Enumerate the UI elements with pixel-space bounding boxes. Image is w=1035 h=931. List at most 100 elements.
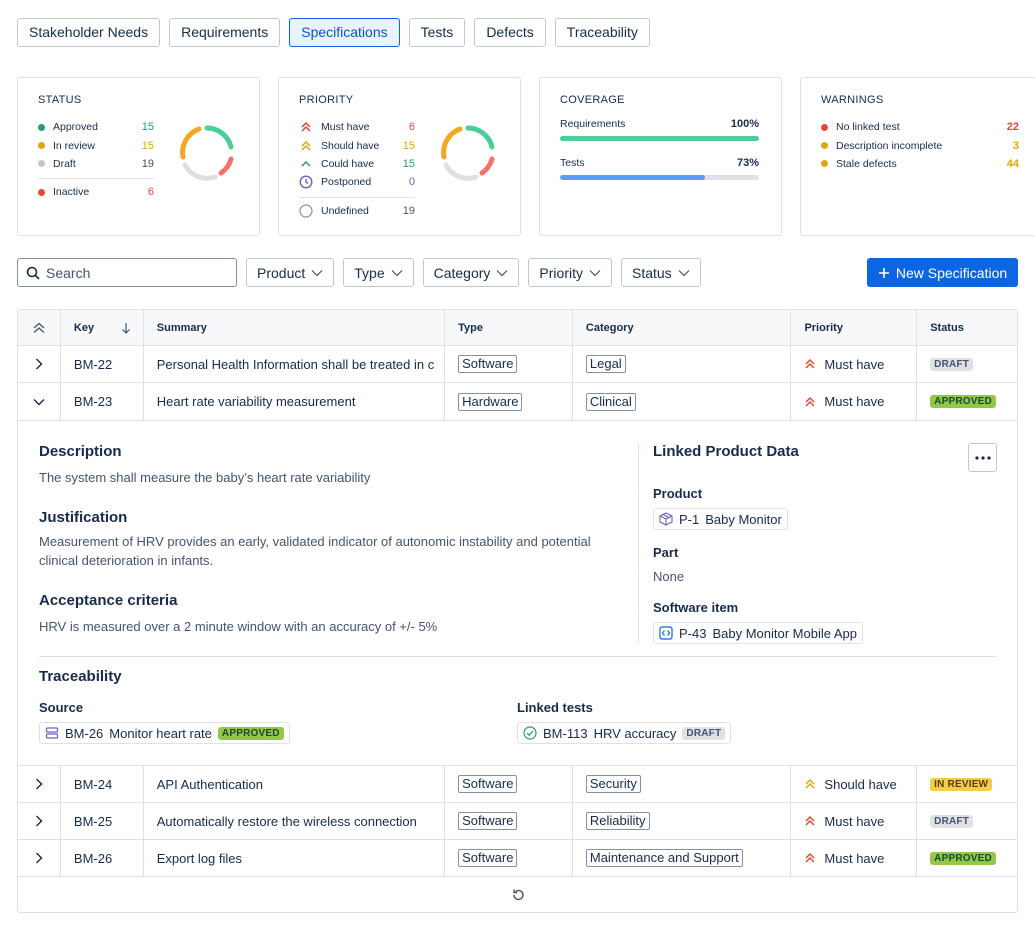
status-approved[interactable]: Approved 15 [38, 118, 154, 136]
justification-text-line-1: Measurement of HRV provides an early, va… [39, 534, 591, 549]
table-row[interactable]: BM-26 Export log files Software Maintena… [18, 840, 1017, 877]
tab-stakeholder-needs[interactable]: Stakeholder Needs [17, 18, 161, 47]
row-status: APPROVED [917, 840, 1017, 876]
priority-could-have[interactable]: Could have 15 [299, 155, 415, 173]
justification-text-line-2: clinical deterioration in infants. [39, 553, 214, 568]
row-category: Legal [573, 346, 792, 382]
tab-tests[interactable]: Tests [408, 18, 466, 47]
status-in-review[interactable]: In review 15 [38, 136, 154, 154]
horizontal-divider [39, 656, 996, 657]
chevron-up-green-icon [299, 157, 313, 171]
in-review-dot [38, 142, 45, 150]
header-category[interactable]: Category [573, 310, 792, 345]
status-card: STATUS Approved 15 In review 15 Draft 19 In… [17, 77, 260, 236]
chevron-right-icon [35, 778, 43, 790]
search-box[interactable] [17, 258, 237, 287]
filter-product[interactable]: Product [246, 258, 335, 287]
row-summary[interactable]: API Authentication [144, 766, 446, 802]
row-priority: Must have [791, 840, 918, 876]
package-icon [659, 512, 673, 526]
divider [299, 196, 415, 198]
product-tag[interactable]: P-1 Baby Monitor [653, 508, 788, 530]
row-summary[interactable]: Personal Health Information shall be tre… [144, 346, 446, 382]
description-heading: Description [39, 443, 122, 460]
collapse-all-button[interactable] [18, 310, 61, 345]
collapse-row-button[interactable] [18, 383, 61, 420]
table-row[interactable]: BM-22 Personal Health Information shall … [18, 346, 1017, 383]
row-summary[interactable]: Automatically restore the wireless conne… [144, 803, 446, 839]
table-row[interactable]: BM-24 API Authentication Software Securi… [18, 766, 1017, 803]
tab-defects[interactable]: Defects [474, 18, 546, 47]
vertical-divider [638, 443, 639, 643]
yellow-dot [821, 160, 828, 168]
priority-must-have[interactable]: Must have 6 [299, 118, 415, 136]
expand-row-button[interactable] [18, 346, 61, 382]
linked-test-tag[interactable]: BM-113 HRV accuracy DRAFT [517, 722, 732, 744]
priority-postponed[interactable]: Postponed 0 [299, 173, 415, 191]
filter-status[interactable]: Status [620, 258, 701, 287]
row-key[interactable]: BM-24 [61, 766, 144, 802]
coverage-card-title: COVERAGE [560, 94, 625, 106]
row-summary[interactable]: Heart rate variability measurement [144, 383, 446, 420]
row-key[interactable]: BM-26 [61, 840, 144, 876]
part-label: Part [653, 545, 679, 560]
priority-card: PRIORITY Must have 6 Should have 15 Could … [278, 77, 521, 236]
priority-donut-chart [441, 125, 495, 181]
row-summary[interactable]: Export log files [144, 840, 446, 876]
code-icon [659, 626, 673, 640]
tab-requirements[interactable]: Requirements [169, 18, 281, 47]
header-summary[interactable]: Summary [144, 310, 446, 345]
row-priority: Must have [791, 803, 918, 839]
filter-type[interactable]: Type [343, 258, 414, 287]
double-chevron-up-red-icon [299, 120, 313, 134]
warning-stale-defects[interactable]: Stale defects 44 [821, 155, 1019, 173]
empty-circle-icon [299, 204, 313, 218]
expand-row-button[interactable] [18, 840, 61, 876]
more-actions-button[interactable] [968, 443, 997, 472]
filter-category[interactable]: Category [422, 258, 520, 287]
table-footer [18, 877, 1017, 912]
expand-row-button[interactable] [18, 803, 61, 839]
priority-undefined[interactable]: Undefined 19 [299, 202, 415, 220]
source-tag[interactable]: BM-26 Monitor heart rate APPROVED [39, 722, 290, 744]
traceability-heading: Traceability [39, 668, 122, 685]
tab-traceability[interactable]: Traceability [554, 18, 650, 47]
status-draft[interactable]: Draft 19 [38, 155, 154, 173]
plus-icon [878, 267, 889, 278]
filter-priority[interactable]: Priority [528, 258, 612, 287]
inactive-dot [38, 188, 45, 196]
product-label: Product [653, 486, 703, 501]
expand-row-button[interactable] [18, 766, 61, 802]
warnings-card: WARNINGS No linked test 22 Description in… [800, 77, 1035, 236]
chevron-right-icon [35, 358, 43, 370]
tests-coverage-bar [560, 175, 759, 180]
priority-should-have[interactable]: Should have 15 [299, 136, 415, 154]
status-badge: APPROVED [930, 395, 996, 408]
acceptance-text: HRV is measured over a 2 minute window w… [39, 619, 438, 634]
new-specification-button[interactable]: New Specification [867, 258, 1018, 287]
header-key[interactable]: Key [61, 310, 144, 345]
table-row[interactable]: BM-23 Heart rate variability measurement… [18, 383, 1017, 420]
software-item-tag[interactable]: P-43 Baby Monitor Mobile App [653, 622, 863, 644]
warning-description-incomplete[interactable]: Description incomplete 3 [821, 136, 1019, 154]
search-input[interactable] [46, 264, 216, 281]
header-type[interactable]: Type [445, 310, 573, 345]
header-status[interactable]: Status [917, 310, 1017, 345]
table-row[interactable]: BM-25 Automatically restore the wireless… [18, 803, 1017, 840]
row-key[interactable]: BM-25 [61, 803, 144, 839]
tab-specifications[interactable]: Specifications [289, 18, 400, 47]
status-inactive[interactable]: Inactive 6 [38, 183, 154, 201]
chevron-down-icon [678, 269, 690, 276]
row-key[interactable]: BM-23 [61, 383, 144, 420]
header-priority[interactable]: Priority [791, 310, 918, 345]
warning-no-linked-test[interactable]: No linked test 22 [821, 118, 1019, 136]
draft-dot [38, 160, 45, 168]
status-badge: APPROVED [930, 851, 996, 865]
row-key[interactable]: BM-22 [61, 346, 144, 382]
yellow-dot [821, 142, 828, 150]
row-category: Maintenance and Support [573, 840, 792, 876]
refresh-icon[interactable] [511, 888, 525, 902]
check-circle-icon [523, 726, 537, 740]
chevron-down-icon [391, 269, 403, 276]
chevron-right-icon [35, 852, 43, 864]
